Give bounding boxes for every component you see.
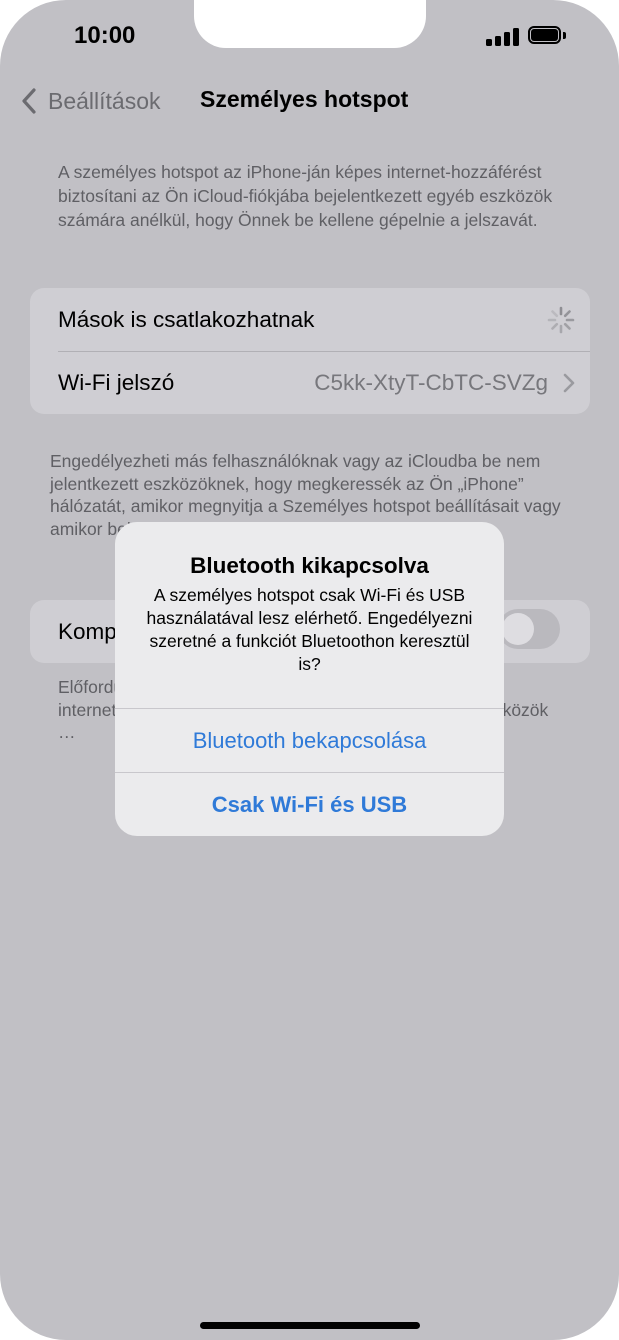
hotspot-settings-group: Mások is csatlakozhatnak Wi-Fi jelszó C5… bbox=[30, 288, 590, 414]
intro-text: A személyes hotspot az iPhone-ján képes … bbox=[58, 162, 553, 230]
phone-screen: 10:00 Beállítások Személyes hotspot A sz… bbox=[0, 0, 619, 1340]
toggle-knob bbox=[502, 613, 534, 645]
alert-title: Bluetooth kikapcsolva bbox=[190, 553, 429, 578]
allow-others-label: Mások is csatlakozhatnak bbox=[58, 306, 315, 332]
compatibility-toggle[interactable] bbox=[498, 609, 560, 649]
alert-message: A személyes hotspot csak Wi-Fi és USB ha… bbox=[146, 585, 473, 674]
loading-spinner-icon bbox=[547, 306, 575, 333]
notch bbox=[194, 0, 426, 48]
wifi-password-label: Wi-Fi jelszó bbox=[58, 369, 175, 395]
page-title: Személyes hotspot bbox=[200, 86, 409, 112]
turn-on-bluetooth-button[interactable]: Bluetooth bekapcsolása bbox=[115, 709, 504, 772]
home-indicator[interactable] bbox=[200, 1322, 420, 1329]
battery-icon bbox=[528, 26, 568, 46]
wifi-password-row[interactable]: Wi-Fi jelszó C5kk-XtyT-CbTC-SVZg bbox=[30, 351, 590, 414]
chevron-left-icon bbox=[22, 88, 36, 114]
row-divider bbox=[58, 351, 590, 352]
wifi-password-value: C5kk-XtyT-CbTC-SVZg bbox=[314, 369, 548, 395]
back-label: Beállítások bbox=[48, 87, 161, 114]
chevron-right-icon bbox=[563, 373, 575, 392]
status-time: 10:00 bbox=[74, 22, 136, 49]
bluetooth-alert-dialog: Bluetooth kikapcsolva A személyes hotspo… bbox=[115, 522, 504, 836]
back-button[interactable]: Beállítások bbox=[18, 84, 161, 118]
allow-others-row[interactable]: Mások is csatlakozhatnak bbox=[30, 288, 590, 351]
cellular-signal-icon bbox=[486, 28, 520, 46]
wifi-usb-only-button[interactable]: Csak Wi-Fi és USB bbox=[115, 773, 504, 836]
